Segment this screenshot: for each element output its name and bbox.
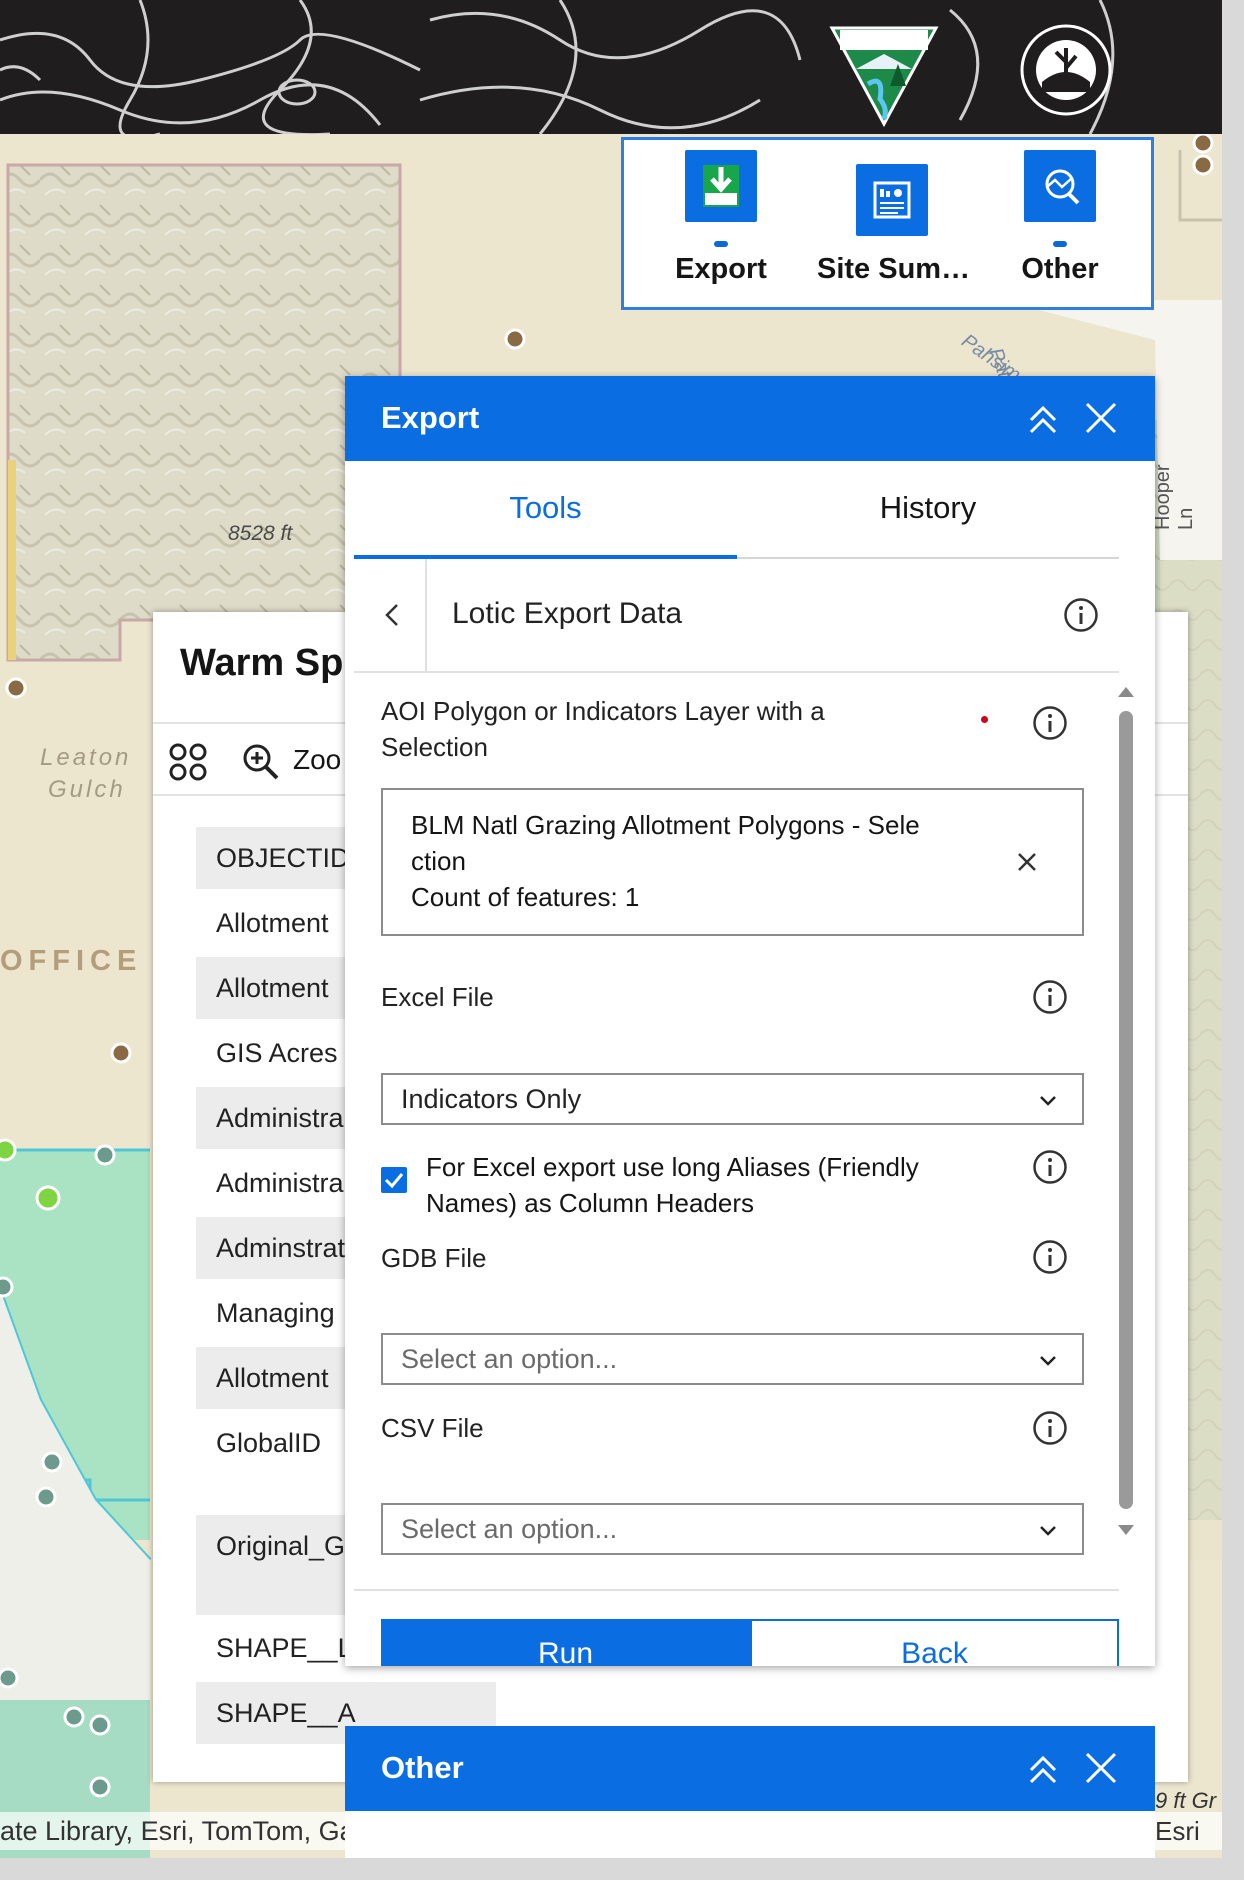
aoi-label: Selection (381, 732, 488, 762)
collapse-icon[interactable] (1023, 1748, 1063, 1788)
divider (425, 559, 427, 671)
grid-options-icon[interactable] (168, 742, 208, 782)
other-panel: Other (345, 1726, 1155, 1858)
map-office-label: OFFICE (0, 945, 143, 977)
selection-layer: BLM Natl Grazing Allotment Polygons - Se… (411, 810, 920, 840)
close-icon[interactable] (1081, 1748, 1121, 1788)
tool-title: Lotic Export Data (452, 597, 683, 630)
info-icon[interactable] (1032, 705, 1068, 741)
excel-label: Excel File (381, 982, 494, 1012)
map-place-label: Gulch (48, 776, 126, 803)
scrollbar[interactable] (1113, 673, 1139, 1553)
csv-select[interactable]: Select an option... (381, 1503, 1084, 1555)
tab-history[interactable]: History (737, 461, 1119, 559)
widget-label: Site Sum… (817, 253, 971, 285)
report-icon (856, 164, 928, 236)
csv-label: CSV File (381, 1413, 484, 1443)
app-frame: 8528 ft Leaton Gulch OFFICE Patterson Pa… (0, 0, 1222, 1858)
map-attribution: Esri (1155, 1812, 1222, 1850)
clear-selection-icon[interactable] (1015, 850, 1039, 874)
search-chart-icon (1024, 150, 1096, 222)
csv-select-placeholder: Select an option... (401, 1514, 618, 1544)
excel-select[interactable]: Indicators Only (381, 1073, 1084, 1125)
map-road-label: Hooper Ln (1152, 464, 1197, 530)
close-icon[interactable] (1081, 398, 1121, 438)
widget-label: Other (1021, 253, 1099, 285)
attribute-panel-title: Warm Sp (180, 642, 344, 684)
zoom-in-icon[interactable] (241, 742, 281, 782)
chevron-down-icon (1040, 1096, 1056, 1106)
info-icon[interactable] (1032, 1149, 1068, 1185)
aliases-checkbox-label: For Excel export use long Aliases (Frien… (426, 1152, 919, 1182)
active-indicator (1053, 241, 1067, 247)
run-button[interactable]: Run (381, 1619, 750, 1666)
info-icon[interactable] (1032, 1239, 1068, 1275)
divider (354, 1589, 1119, 1591)
gdb-select[interactable]: Select an option... (381, 1333, 1084, 1385)
selection-layer: ction (411, 846, 466, 876)
scroll-down-icon[interactable] (1116, 1523, 1136, 1539)
map-attribution: ate Library, Esri, TomTom, Ga (0, 1812, 345, 1850)
collapse-icon[interactable] (1023, 398, 1063, 438)
required-indicator (981, 716, 988, 723)
tab-tools[interactable]: Tools (354, 461, 737, 559)
aoi-label: AOI Polygon or Indicators Layer with a (381, 696, 825, 726)
other-panel-header: Other (345, 1726, 1155, 1811)
export-panel-header: Export (345, 376, 1155, 461)
gdb-select-placeholder: Select an option... (401, 1344, 618, 1374)
back-button[interactable]: Back (750, 1619, 1119, 1666)
zoom-to-button[interactable]: Zoo (293, 744, 341, 776)
map-place-label: Leaton (40, 744, 132, 771)
map-elevation-label: 8528 ft (228, 522, 293, 545)
download-icon (685, 150, 757, 222)
blm-shield-logo (829, 26, 939, 128)
map-scale-label: 9 ft Gr (1155, 1788, 1217, 1813)
chevron-down-icon (1040, 1356, 1056, 1366)
tool-header: Lotic Export Data (354, 559, 1119, 673)
aliases-checkbox-label: Names) as Column Headers (426, 1188, 755, 1218)
check-icon (384, 1173, 404, 1189)
other-panel-title: Other (381, 1750, 464, 1785)
active-indicator (714, 241, 728, 247)
export-panel-title: Export (381, 400, 480, 435)
widget-toolbar: Export Site Sum… Other (621, 137, 1154, 310)
selection-count: Count of features: 1 (411, 882, 640, 912)
info-icon[interactable] (1063, 597, 1099, 633)
scroll-up-icon[interactable] (1116, 683, 1136, 699)
chevron-down-icon (1040, 1526, 1056, 1536)
scrollbar-thumb[interactable] (1119, 711, 1133, 1509)
selection-box: BLM Natl Grazing Allotment Polygons - Se… (381, 788, 1084, 936)
info-icon[interactable] (1032, 979, 1068, 1015)
info-icon[interactable] (1032, 1410, 1068, 1446)
export-panel: Export Tools History Lotic Export Data A… (345, 376, 1155, 1666)
widget-export[interactable]: Export (646, 150, 796, 300)
widget-label: Export (675, 253, 767, 285)
back-chevron-icon[interactable] (380, 601, 404, 629)
excel-select-value: Indicators Only (401, 1084, 582, 1114)
aim-circle-logo (1020, 24, 1112, 116)
widget-site-summary[interactable]: Site Sum… (817, 150, 971, 300)
widget-other[interactable]: Other (985, 150, 1135, 300)
gdb-label: GDB File (381, 1243, 487, 1273)
tool-form: AOI Polygon or Indicators Layer with a S… (345, 673, 1155, 1583)
aliases-checkbox[interactable] (381, 1167, 407, 1193)
